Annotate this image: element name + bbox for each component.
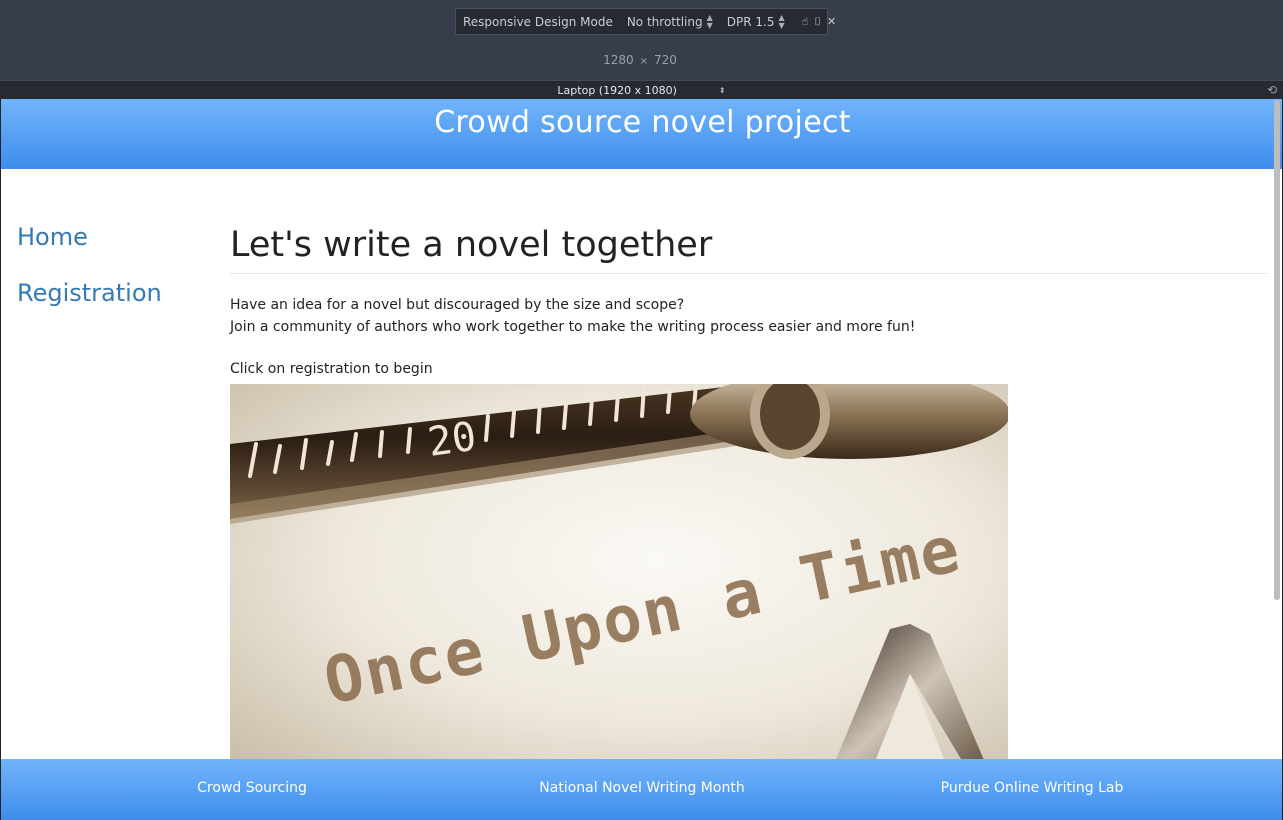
dpr-select[interactable]: DPR 1.5 ▲ ▼ [720,9,792,34]
throttling-select[interactable]: No throttling ▲ ▼ [620,9,720,34]
hero-image-typewriter: 20 Once Upon a Time [230,384,1008,774]
rdm-mode-label: Responsive Design Mode [463,14,613,29]
responsive-design-toolbar: Responsive Design Mode No throttling ▲ ▼ … [455,8,836,35]
screenshot-camera-icon[interactable]: ⌷ [814,15,821,29]
intro-line-2: Join a community of authors who work tog… [230,319,916,335]
updown-arrow-icon: ⬍ [718,85,726,95]
vertical-scrollbar[interactable] [1274,100,1280,600]
page-viewport: Crowd source novel project Home Registra… [0,99,1283,820]
site-footer: Crowd Sourcing National Novel Writing Mo… [1,759,1282,820]
scale-number-label: 20 [425,414,479,466]
intro-line-1: Have an idea for a novel but discouraged… [230,297,685,313]
viewport-height[interactable]: 720 [654,53,677,67]
page-headline: Let's write a novel together [230,223,1267,274]
call-to-action-text: Click on registration to begin [230,361,433,377]
device-selector-bar[interactable]: Laptop (1920 x 1080) ⬍ ⟲ [0,80,1283,99]
updown-arrow-icon: ▲ ▼ [778,12,785,30]
dpr-value: 1.5 [755,14,775,29]
close-icon[interactable]: ✕ [827,15,836,28]
side-nav: Home Registration [17,223,162,307]
updown-arrow-icon: ▲ ▼ [706,12,713,30]
device-select-label[interactable]: Laptop (1920 x 1080) [557,84,676,97]
nav-link-registration[interactable]: Registration [17,279,162,307]
viewport-width[interactable]: 1280 [603,53,634,67]
site-title: Crowd source novel project [434,105,851,140]
rotate-viewport-icon[interactable]: ⟲ [1267,83,1277,97]
footer-link-crowd-sourcing[interactable]: Crowd Sourcing [197,780,307,796]
footer-link-purdue-owl[interactable]: Purdue Online Writing Lab [941,780,1124,796]
touch-simulation-icon[interactable]: ☝ [802,15,809,28]
viewport-size-readout: 1280 × 720 [560,53,720,67]
intro-paragraph: Have an idea for a novel but discouraged… [230,294,1267,338]
throttling-value: No throttling [626,14,703,29]
main-content: Let's write a novel together Have an ide… [230,223,1267,380]
footer-link-nanowrimo[interactable]: National Novel Writing Month [539,780,744,796]
site-header: Crowd source novel project [1,99,1282,169]
dpr-label: DPR [726,14,752,29]
size-separator: × [639,56,649,67]
typewriter-illustration: 20 Once Upon a Time [230,384,1008,774]
nav-link-home[interactable]: Home [17,223,162,251]
